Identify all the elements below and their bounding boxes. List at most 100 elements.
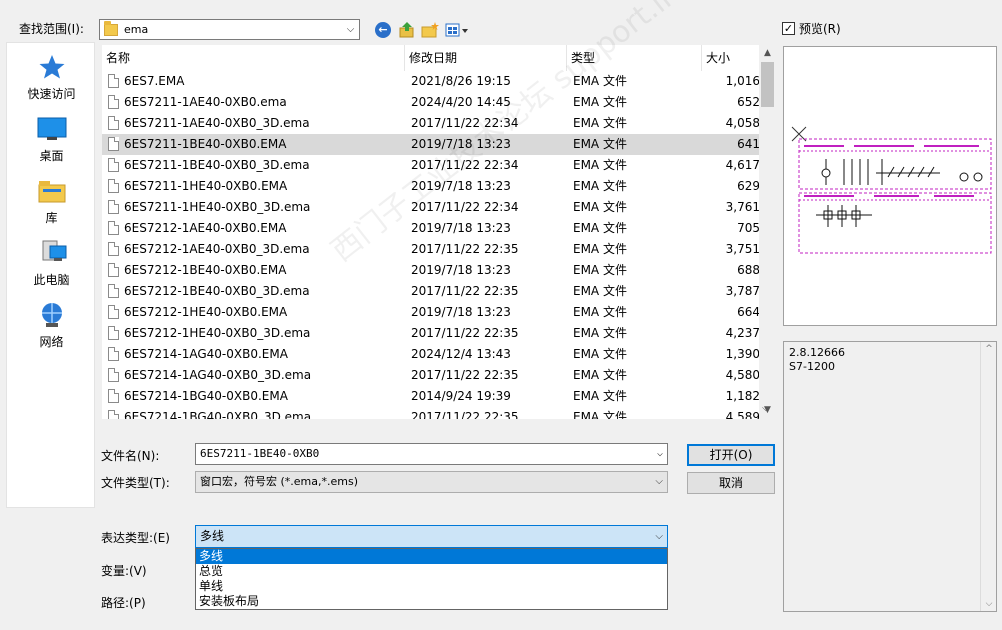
file-row[interactable]: 6ES7212-1HE40-0XB0.EMA 2019/7/18 13:23 EMA… [102, 302, 760, 323]
file-name: 6ES7214-1AG40-0XB0_3D.ema [124, 368, 312, 382]
sort-ascending-icon: ^ [245, 45, 253, 52]
scroll-up-icon[interactable]: ▲ [759, 45, 776, 62]
file-date: 2019/7/18 13:23 [411, 221, 511, 235]
file-date: 2017/11/22 22:35 [411, 326, 519, 340]
place-this-pc[interactable]: 此电脑 [7, 239, 96, 288]
column-header-date[interactable]: 修改日期 [405, 45, 567, 71]
info-pane: 2.8.12666 S7-1200 ^ ⌵ [783, 341, 997, 612]
dropdown-option[interactable]: 单线 [196, 579, 667, 594]
chevron-down-icon[interactable]: ⌵ [762, 403, 770, 414]
look-in-combo[interactable]: ema ⌵ [99, 19, 360, 40]
open-button[interactable]: 打开(O) [687, 444, 775, 466]
file-icon [108, 158, 119, 172]
column-header-type[interactable]: 类型 [567, 45, 702, 71]
info-scrollbar[interactable]: ^ ⌵ [980, 342, 996, 611]
place-desktop[interactable]: 桌面 [7, 115, 96, 164]
column-header-size[interactable]: 大小 [702, 45, 760, 71]
file-date: 2017/11/22 22:34 [411, 116, 519, 130]
file-type: EMA 文件 [573, 221, 627, 235]
file-type: EMA 文件 [573, 116, 627, 130]
file-type: EMA 文件 [573, 305, 627, 319]
filetype-label: 文件类型(T): [101, 476, 170, 490]
file-type: EMA 文件 [573, 242, 627, 256]
preview-checkbox[interactable]: ✓ 预览(R) [782, 20, 841, 37]
place-quick-access[interactable]: 快速访问 [7, 53, 96, 102]
file-type: EMA 文件 [573, 263, 627, 277]
file-icon [108, 179, 119, 193]
file-row[interactable]: 6ES7214-1BG40-0XB0.EMA 2014/9/24 19:39 EMA… [102, 386, 760, 407]
file-icon [108, 95, 119, 109]
file-name: 6ES7212-1BE40-0XB0_3D.ema [124, 284, 310, 298]
preview-pane [783, 46, 997, 326]
file-type: EMA 文件 [573, 74, 627, 88]
file-row[interactable]: 6ES7211-1BE40-0XB0_3D.ema 2017/11/22 22:3… [102, 155, 760, 176]
file-row[interactable]: 6ES7212-1BE40-0XB0_3D.ema 2017/11/22 22:3… [102, 281, 760, 302]
checkmark-icon: ✓ [782, 22, 795, 35]
file-row[interactable]: 6ES7.EMA 2021/8/26 19:15 EMA 文件 1,016 [102, 71, 760, 92]
file-date: 2017/11/22 22:35 [411, 284, 519, 298]
place-library[interactable]: 库 [7, 177, 96, 226]
file-icon [108, 284, 119, 298]
filetype-combo[interactable]: 窗口宏，符号宏 (*.ema,*.ems) ⌵ [195, 471, 668, 493]
file-name: 6ES7211-1AE40-0XB0.ema [124, 95, 287, 109]
file-size: 4,589 [725, 410, 760, 419]
file-icon [108, 368, 119, 382]
file-icon [108, 305, 119, 319]
cancel-button[interactable]: 取消 [687, 472, 775, 494]
computer-icon [37, 239, 67, 267]
file-row[interactable]: 6ES7211-1HE40-0XB0_3D.ema 2017/11/22 22:3… [102, 197, 760, 218]
chevron-down-icon[interactable]: ⌵ [657, 444, 663, 464]
library-icon [37, 177, 67, 205]
file-icon [108, 137, 119, 151]
file-row[interactable]: 6ES7211-1HE40-0XB0.EMA 2019/7/18 13:23 EMA… [102, 176, 760, 197]
file-row[interactable]: 6ES7212-1BE40-0XB0.EMA 2019/7/18 13:23 EMA… [102, 260, 760, 281]
file-type: EMA 文件 [573, 158, 627, 172]
scroll-up-icon[interactable]: ^ [981, 344, 997, 354]
file-date: 2024/12/4 13:43 [411, 347, 511, 361]
file-size: 664 [737, 305, 760, 319]
up-folder-icon [399, 22, 414, 38]
view-menu-button[interactable] [445, 21, 471, 39]
dropdown-option[interactable]: 总览 [196, 564, 667, 579]
file-row[interactable]: 6ES7214-1AG40-0XB0.EMA 2024/12/4 13:43 EMA… [102, 344, 760, 365]
dropdown-option[interactable]: 多线 [196, 549, 667, 564]
scroll-thumb[interactable] [761, 62, 774, 107]
file-row[interactable]: 6ES7211-1BE40-0XB0.EMA 2019/7/18 13:23 EMA… [102, 134, 760, 155]
up-folder-button[interactable] [398, 21, 416, 39]
new-folder-icon [421, 22, 439, 38]
file-row[interactable]: 6ES7212-1AE40-0XB0.EMA 2019/7/18 13:23 EMA… [102, 218, 760, 239]
filename-value: 6ES7211-1BE40-0XB0 [200, 447, 320, 460]
file-list-scrollbar[interactable]: ▲ ▼ [759, 45, 776, 419]
file-type: EMA 文件 [573, 200, 627, 214]
filename-input[interactable]: 6ES7211-1BE40-0XB0 ⌵ [195, 443, 668, 465]
place-label: 库 [45, 211, 58, 225]
new-folder-button[interactable] [421, 21, 439, 39]
file-type: EMA 文件 [573, 179, 627, 193]
file-name: 6ES7.EMA [124, 74, 185, 88]
file-list[interactable]: 名称 ^ 修改日期 类型 大小 6ES7.EMA 2021/8/26 19:15 E… [102, 45, 776, 419]
file-row[interactable]: 6ES7214-1BG40-0XB0_3D.ema 2017/11/22 22:3… [102, 407, 760, 419]
place-network[interactable]: 网络 [7, 301, 96, 350]
file-name: 6ES7212-1HE40-0XB0.EMA [124, 305, 288, 319]
look-in-value: ema [124, 23, 149, 36]
dropdown-option[interactable]: 安装板布局 [196, 594, 667, 609]
file-row[interactable]: 6ES7211-1AE40-0XB0_3D.ema 2017/11/22 22:3… [102, 113, 760, 134]
file-date: 2014/9/24 19:39 [411, 389, 511, 403]
look-in-label: 查找范围(I): [19, 22, 84, 36]
file-size: 3,787 [725, 284, 760, 298]
preview-label: 预览(R) [799, 22, 841, 36]
file-row[interactable]: 6ES7211-1AE40-0XB0.ema 2024/4/20 14:45 EMA… [102, 92, 760, 113]
file-size: 4,617 [725, 158, 760, 172]
column-header-name[interactable]: 名称 [102, 45, 405, 71]
places-bar: 快速访问 桌面 库 此电脑 网络 [6, 42, 95, 508]
representation-combo[interactable]: 多线 ⌵ [195, 525, 668, 548]
back-button[interactable]: ← [374, 21, 392, 39]
info-product: S7-1200 [789, 360, 835, 373]
scroll-down-icon[interactable]: ⌵ [981, 599, 997, 609]
file-size: 4,580 [725, 368, 760, 382]
file-row[interactable]: 6ES7212-1HE40-0XB0_3D.ema 2017/11/22 22:3… [102, 323, 760, 344]
file-row[interactable]: 6ES7212-1AE40-0XB0_3D.ema 2017/11/22 22:3… [102, 239, 760, 260]
file-date: 2019/7/18 13:23 [411, 179, 511, 193]
file-row[interactable]: 6ES7214-1AG40-0XB0_3D.ema 2017/11/22 22:3… [102, 365, 760, 386]
file-icon [108, 263, 119, 277]
